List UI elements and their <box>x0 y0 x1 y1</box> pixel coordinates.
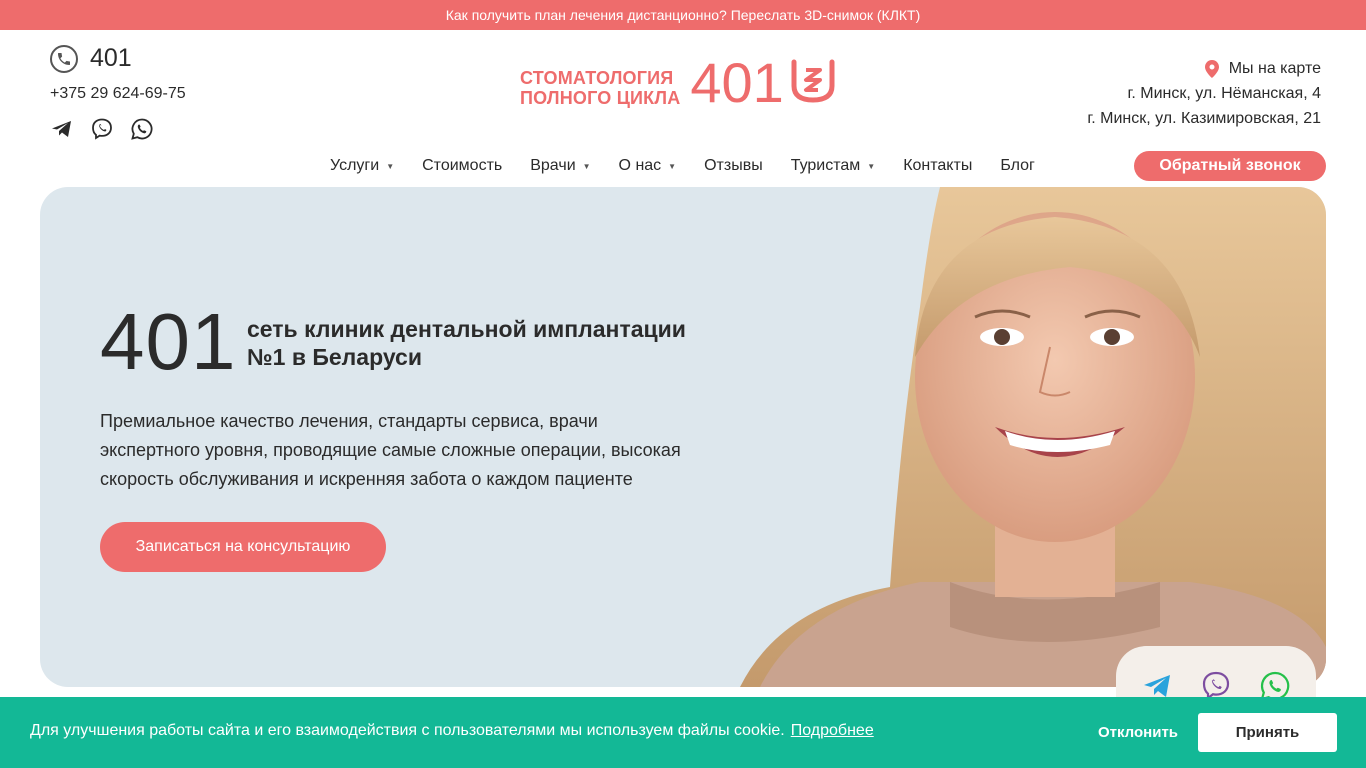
announcement-link[interactable]: Как получить план лечения дистанционно? … <box>446 7 921 23</box>
nav-label: Стоимость <box>422 157 503 174</box>
nav-item-reviews[interactable]: Отзывы <box>704 154 763 178</box>
logo-text: СТОМАТОЛОГИЯ ПОЛНОГО ЦИКЛА <box>520 68 681 108</box>
phone-block: 401 +375 29 624-69-75 <box>50 44 186 141</box>
chevron-down-icon: ▼ <box>867 161 876 171</box>
nav-label: Контакты <box>903 157 973 174</box>
map-link-label: Мы на карте <box>1228 60 1321 77</box>
nav-item-doctors[interactable]: Врачи ▼ <box>530 154 590 178</box>
hero-description-line: Премиальное качество лечения, стандарты … <box>100 411 598 431</box>
viber-icon[interactable] <box>90 117 114 141</box>
top-announcement-bar: Как получить план лечения дистанционно? … <box>0 0 1366 30</box>
header-messengers <box>50 117 186 141</box>
hero-number: 401 <box>100 297 237 386</box>
cookie-banner: Для улучшения работы сайта и его взаимод… <box>0 697 1366 768</box>
hero-banner: 401 сеть клиник дентальной имплантации №… <box>40 187 1326 687</box>
hero-description-line: экспертного уровня, проводящие самые сло… <box>100 440 681 460</box>
nav-label: Отзывы <box>704 157 763 174</box>
phone-number[interactable]: +375 29 624-69-75 <box>50 85 186 103</box>
cookie-message: Для улучшения работы сайта и его взаимод… <box>30 722 785 739</box>
tooth-logo-icon <box>791 59 835 103</box>
nav-item-about[interactable]: О нас ▼ <box>619 154 677 178</box>
address-1: г. Минск, ул. Нёманская, 4 <box>1127 85 1321 102</box>
hero-title: сеть клиник дентальной имплантации №1 в … <box>247 315 767 371</box>
map-pin-icon <box>1204 59 1219 78</box>
main-nav: Услуги ▼ Стоимость Врачи ▼ О нас ▼ Отзывы Т… <box>330 154 1035 178</box>
chevron-down-icon: ▼ <box>582 161 591 171</box>
whatsapp-icon[interactable] <box>130 117 154 141</box>
nav-label: Блог <box>1000 157 1035 174</box>
decline-cookies-button[interactable]: Отклонить <box>1084 714 1192 752</box>
address-block: Мы на карте г. Минск, ул. Нёманская, 4 г… <box>1087 56 1321 131</box>
nav-item-prices[interactable]: Стоимость <box>422 154 502 178</box>
cookie-text: Для улучшения работы сайта и его взаимод… <box>30 722 874 740</box>
callback-button[interactable]: Обратный звонок <box>1134 151 1326 181</box>
address-2: г. Минск, ул. Казимировская, 21 <box>1087 110 1321 127</box>
short-phone-number[interactable]: 401 <box>90 44 132 73</box>
accept-cookies-button[interactable]: Принять <box>1198 713 1337 752</box>
telegram-icon[interactable] <box>50 117 74 141</box>
clinic-logo[interactable]: СТОМАТОЛОГИЯ ПОЛНОГО ЦИКЛА 401 <box>520 51 836 114</box>
nav-item-services[interactable]: Услуги ▼ <box>330 154 394 178</box>
smiling-woman-photo <box>740 187 1326 687</box>
chevron-down-icon: ▼ <box>668 161 677 171</box>
hero-description: Премиальное качество лечения, стандарты … <box>100 407 740 494</box>
cookie-more-link[interactable]: Подробнее <box>791 722 874 739</box>
nav-label: Туристам <box>790 157 861 174</box>
nav-item-tourists[interactable]: Туристам ▼ <box>791 154 876 178</box>
hero-description-line: скорость обслуживания и искренняя забота… <box>100 469 633 489</box>
book-consultation-button[interactable]: Записаться на консультацию <box>100 522 386 572</box>
hero-title-line: №1 в Беларуси <box>247 344 422 370</box>
nav-label: Врачи <box>530 157 576 174</box>
phone-icon <box>50 44 78 73</box>
nav-label: Услуги <box>330 157 380 174</box>
nav-item-contacts[interactable]: Контакты <box>903 154 972 178</box>
logo-number: 401 <box>690 51 784 114</box>
nav-item-blog[interactable]: Блог <box>1000 154 1035 178</box>
map-link[interactable]: Мы на карте <box>1087 56 1321 81</box>
short-phone-row[interactable]: 401 <box>50 44 186 73</box>
hero-title-line: сеть клиник дентальной имплантации <box>247 316 686 342</box>
chevron-down-icon: ▼ <box>386 161 395 171</box>
nav-label: О нас <box>618 157 662 174</box>
